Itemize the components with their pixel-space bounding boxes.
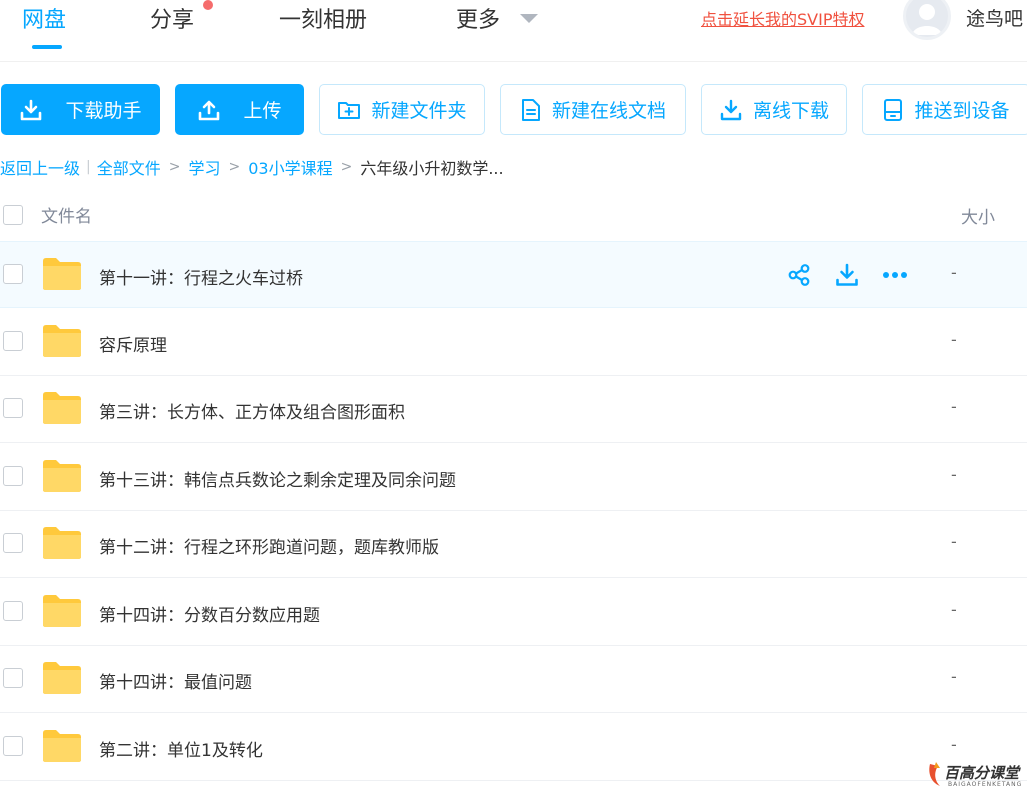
file-size: - — [951, 330, 957, 349]
offline-download-icon — [719, 98, 743, 122]
logo-icon — [929, 762, 940, 786]
share-icon[interactable] — [786, 262, 812, 288]
table-header: 文件名 大小 — [0, 190, 1027, 240]
download-helper-button[interactable]: 下载助手 — [1, 84, 160, 135]
chevron-down-icon[interactable] — [520, 14, 538, 23]
row-checkbox[interactable] — [3, 736, 23, 756]
file-name[interactable]: 第十四讲：最值问题 — [99, 668, 252, 693]
watermark-logo: 百高分课堂 BAIGAOFENKETANG — [926, 760, 1026, 792]
folder-icon — [42, 459, 82, 493]
push-to-device-label: 推送到设备 — [914, 100, 1010, 122]
file-size: - — [951, 735, 957, 754]
user-avatar-icon — [912, 4, 942, 35]
file-size: - — [951, 600, 957, 619]
row-checkbox[interactable] — [3, 601, 23, 621]
back-link[interactable]: 返回上一级 — [0, 155, 80, 179]
new-online-doc-label: 新建在线文档 — [551, 100, 666, 122]
device-icon — [882, 98, 904, 122]
column-header-size[interactable]: 大小 — [961, 203, 995, 228]
file-name[interactable]: 第二讲：单位1及转化 — [99, 736, 263, 761]
watermark-text: 百高分课堂 — [944, 764, 1020, 782]
folder-icon — [42, 661, 82, 695]
file-size: - — [951, 263, 957, 282]
breadcrumb-divider: | — [86, 159, 91, 175]
row-checkbox[interactable] — [3, 398, 23, 418]
avatar[interactable] — [903, 0, 951, 40]
breadcrumb: 返回上一级 | 全部文件 > 学习 > 03小学课程 > 六年级小升初数学... — [0, 156, 504, 178]
file-size: - — [951, 397, 957, 416]
svip-renew-link[interactable]: 点击延长我的SVIP特权 — [701, 6, 864, 30]
breadcrumb-all-files[interactable]: 全部文件 — [97, 155, 161, 179]
folder-icon — [42, 729, 82, 763]
select-all-checkbox[interactable] — [3, 205, 23, 225]
table-row[interactable]: 第十二讲：行程之环形跑道问题，题库教师版 - — [0, 511, 1027, 578]
table-row[interactable]: 容斥原理 - — [0, 309, 1027, 376]
offline-download-button[interactable]: 离线下载 — [701, 84, 847, 135]
notification-badge — [203, 0, 213, 10]
tab-share[interactable]: 分享 — [150, 2, 194, 34]
file-name[interactable]: 第十二讲：行程之环形跑道问题，题库教师版 — [99, 533, 439, 558]
breadcrumb-separator: > — [168, 159, 181, 175]
tab-more[interactable]: 更多 — [456, 2, 500, 34]
download-icon[interactable] — [834, 262, 860, 288]
row-checkbox[interactable] — [3, 331, 23, 351]
table-row[interactable]: 第十一讲：行程之火车过桥 - — [0, 241, 1027, 308]
more-icon[interactable] — [882, 262, 908, 288]
row-checkbox[interactable] — [3, 466, 23, 486]
breadcrumb-separator: > — [340, 159, 353, 175]
file-name[interactable]: 第十四讲：分数百分数应用题 — [99, 601, 320, 626]
table-row[interactable]: 第二讲：单位1及转化 - — [0, 714, 1027, 781]
new-folder-label: 新建文件夹 — [371, 100, 467, 122]
file-name[interactable]: 第十三讲：韩信点兵数论之剩余定理及同余问题 — [99, 466, 456, 491]
folder-icon — [42, 324, 82, 358]
tab-album[interactable]: 一刻相册 — [279, 2, 367, 34]
table-row[interactable]: 第三讲：长方体、正方体及组合图形面积 - — [0, 376, 1027, 443]
row-checkbox[interactable] — [3, 264, 23, 284]
upload-label: 上传 — [243, 100, 282, 122]
folder-icon — [42, 526, 82, 560]
upload-icon — [197, 98, 221, 122]
active-tab-indicator — [32, 45, 62, 49]
file-size: - — [951, 465, 957, 484]
table-row[interactable]: 第十三讲：韩信点兵数论之剩余定理及同余问题 - — [0, 444, 1027, 511]
watermark-subtext: BAIGAOFENKETANG — [948, 781, 1023, 788]
new-online-doc-button[interactable]: 新建在线文档 — [500, 84, 686, 135]
file-name[interactable]: 第十一讲：行程之火车过桥 — [99, 264, 303, 289]
tab-netdisk[interactable]: 网盘 — [22, 2, 66, 34]
new-folder-icon — [337, 98, 361, 122]
file-size: - — [951, 667, 957, 686]
folder-icon — [42, 594, 82, 628]
upload-button[interactable]: 上传 — [175, 84, 304, 135]
user-name[interactable]: 途鸟吧 — [966, 4, 1023, 31]
folder-icon — [42, 391, 82, 425]
row-actions — [786, 262, 930, 288]
file-name[interactable]: 第三讲：长方体、正方体及组合图形面积 — [99, 398, 405, 423]
folder-icon — [42, 257, 82, 291]
breadcrumb-primary-course[interactable]: 03小学课程 — [248, 155, 332, 179]
top-navigation: 网盘 分享 一刻相册 更多 点击延长我的SVIP特权 途鸟吧 — [0, 0, 1027, 62]
offline-download-label: 离线下载 — [752, 100, 829, 122]
push-to-device-button[interactable]: 推送到设备 — [862, 84, 1027, 135]
breadcrumb-current: 六年级小升初数学... — [360, 159, 504, 178]
column-header-name[interactable]: 文件名 — [41, 202, 92, 227]
row-checkbox[interactable] — [3, 668, 23, 688]
table-row[interactable]: 第十四讲：分数百分数应用题 - — [0, 579, 1027, 646]
download-helper-label: 下载助手 — [65, 100, 142, 122]
new-folder-button[interactable]: 新建文件夹 — [319, 84, 485, 135]
download-icon — [19, 98, 43, 122]
breadcrumb-study[interactable]: 学习 — [188, 155, 220, 179]
document-icon — [520, 98, 542, 122]
table-row[interactable]: 第十四讲：最值问题 - — [0, 646, 1027, 713]
file-name[interactable]: 容斥原理 — [99, 331, 167, 356]
file-size: - — [951, 532, 957, 551]
breadcrumb-separator: > — [228, 159, 241, 175]
row-checkbox[interactable] — [3, 533, 23, 553]
